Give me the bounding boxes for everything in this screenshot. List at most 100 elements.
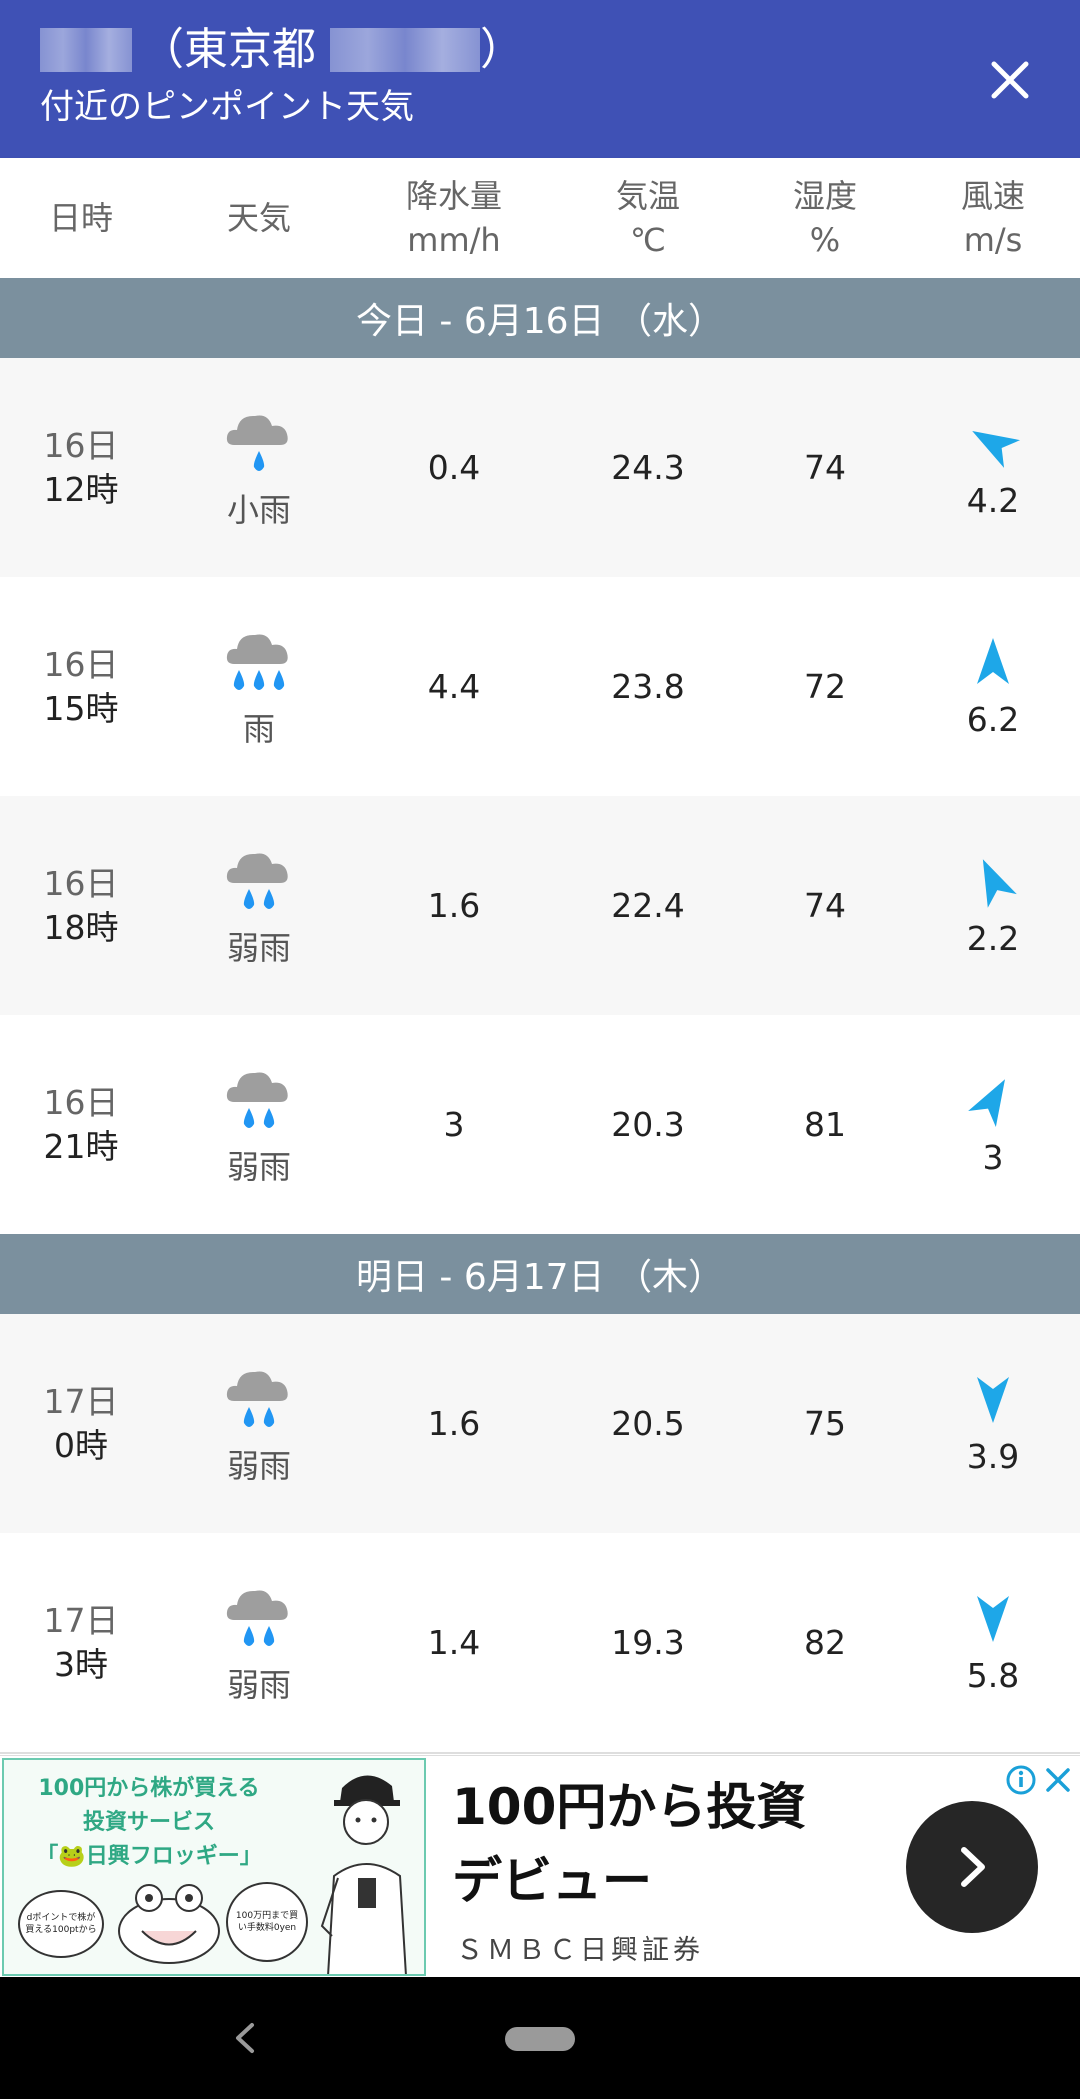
ad-banner[interactable]: 100円から株が買える 投資サービス 「🐸日興フロッギー」 dポイントで株が買え… bbox=[0, 1755, 1080, 1978]
precip-value: 1.4 bbox=[427, 1623, 481, 1662]
row-hour: 0時 bbox=[54, 1425, 108, 1465]
row-day: 16日 bbox=[43, 644, 119, 684]
humidity-value: 82 bbox=[804, 1623, 846, 1662]
weak-rain-icon bbox=[226, 852, 288, 909]
wind-cell: 5.8 bbox=[906, 1533, 1080, 1752]
chevron-right-icon bbox=[961, 1847, 985, 1887]
row-day: 17日 bbox=[43, 1600, 119, 1640]
forecast-row: 16日 12時 小雨 0.4 24.3 74 4.2 bbox=[0, 358, 1080, 579]
home-pill-button[interactable] bbox=[505, 2027, 575, 2051]
system-nav-bar bbox=[0, 1977, 1080, 2099]
column-unit: mm/h bbox=[407, 221, 501, 259]
ad-title[interactable]: 100円から投資 デビュー bbox=[452, 1770, 806, 1918]
column-name: 湿度 bbox=[792, 177, 857, 215]
row-hour: 15時 bbox=[43, 688, 119, 728]
humidity-value: 72 bbox=[804, 667, 846, 706]
forecast-row: 16日 15時雨 4.4 23.8 72 6.2 bbox=[0, 577, 1080, 798]
wind-speed-value: 6.2 bbox=[966, 700, 1020, 739]
temp-value: 19.3 bbox=[611, 1623, 685, 1662]
wind-speed-value: 4.2 bbox=[966, 481, 1020, 520]
row-hour: 18時 bbox=[43, 907, 119, 947]
wind-speed-value: 2.2 bbox=[966, 919, 1020, 958]
forecast-row: 16日 18時 弱雨 1.6 22.4 74 2.2 bbox=[0, 796, 1080, 1017]
wind-speed-value: 5.8 bbox=[966, 1656, 1020, 1695]
wind-direction-arrow-icon bbox=[968, 1079, 1005, 1128]
humidity-cell: 75 bbox=[744, 1314, 906, 1533]
header-subtitle: 付近のピンポイント天気 bbox=[40, 87, 414, 127]
ad-cta-button[interactable] bbox=[906, 1801, 1038, 1933]
wind-cell: 2.2 bbox=[906, 796, 1080, 1015]
rain-icon bbox=[226, 633, 288, 690]
close-icon bbox=[991, 61, 1029, 99]
column-name: 降水量 bbox=[405, 177, 502, 215]
ad-image[interactable]: 100円から株が買える 投資サービス 「🐸日興フロッギー」 dポイントで株が買え… bbox=[2, 1758, 426, 1976]
weather-cell: 弱雨 bbox=[162, 1533, 356, 1752]
light-rain-icon bbox=[226, 414, 288, 471]
humidity-value: 74 bbox=[804, 886, 846, 925]
temp-cell: 24.3 bbox=[552, 358, 744, 577]
temp-value: 24.3 bbox=[611, 448, 685, 487]
precip-cell: 1.6 bbox=[356, 1314, 552, 1533]
ad-info-icon[interactable] bbox=[1005, 1764, 1037, 1796]
column-header-datetime: 日時 bbox=[0, 158, 162, 278]
column-name: 日時 bbox=[48, 199, 113, 237]
row-day: 17日 bbox=[43, 1381, 119, 1421]
column-name: 気温 bbox=[615, 177, 680, 215]
column-header-precip: 降水量 mm/h bbox=[356, 158, 552, 278]
weak-rain-icon bbox=[226, 1071, 288, 1128]
weather-label: 弱雨 bbox=[226, 928, 291, 967]
column-header-row: 日時 天気 降水量 mm/h 気温 ℃ 湿度 % 風速 m/s bbox=[0, 158, 1080, 279]
wind-speed-value: 3.9 bbox=[966, 1437, 1020, 1476]
weather-cell: 弱雨 bbox=[162, 1015, 356, 1234]
ad-title-line2: デビュー bbox=[452, 1852, 652, 1910]
precip-value: 1.6 bbox=[427, 1404, 481, 1443]
ad-image-headline: 100円から株が買える 投資サービス 「🐸日興フロッギー」 bbox=[4, 1772, 294, 1874]
redacted-ward-name bbox=[330, 28, 480, 72]
datetime-cell: 17日 0時 bbox=[0, 1314, 162, 1533]
ad-close-icon[interactable] bbox=[1042, 1764, 1074, 1796]
weather-cell: 弱雨 bbox=[162, 796, 356, 1015]
datetime-cell: 16日 15時 bbox=[0, 577, 162, 796]
temp-cell: 20.3 bbox=[552, 1015, 744, 1234]
location-title: （東京都 ） bbox=[40, 22, 524, 78]
ad-bubble-left: dポイントで株が買える100ptから bbox=[18, 1890, 104, 1958]
app-header: （東京都 ） 付近のピンポイント天気 bbox=[0, 0, 1080, 158]
temp-value: 22.4 bbox=[611, 886, 685, 925]
column-unit: m/s bbox=[963, 221, 1023, 259]
ad-bubble-right-text: 100万円まで買い手数料0yen bbox=[235, 1911, 299, 1933]
temp-cell: 20.5 bbox=[552, 1314, 744, 1533]
location-suffix: ） bbox=[480, 24, 524, 75]
ad-title-line1: 100円から投資 bbox=[452, 1778, 807, 1836]
close-button[interactable] bbox=[970, 40, 1050, 120]
weather-label: 弱雨 bbox=[226, 1665, 291, 1704]
ad-image-line1: 100円から株が買える bbox=[38, 1776, 260, 1801]
temp-cell: 19.3 bbox=[552, 1533, 744, 1752]
column-unit: ℃ bbox=[630, 221, 666, 259]
ad-advertiser[interactable]: ＳＭＢＣ日興証券 bbox=[456, 1928, 704, 1967]
datetime-cell: 16日 21時 bbox=[0, 1015, 162, 1234]
ad-bubble-right: 100万円まで買い手数料0yen bbox=[226, 1882, 308, 1962]
column-header-weather: 天気 bbox=[162, 158, 356, 278]
forecast-row: 17日 3時弱雨 1.4 19.3 82 5.8 bbox=[0, 1533, 1080, 1754]
weather-label: 弱雨 bbox=[226, 1147, 291, 1186]
wind-speed-value: 3 bbox=[982, 1138, 1004, 1177]
back-nav-icon[interactable] bbox=[220, 2013, 270, 2063]
temp-cell: 22.4 bbox=[552, 796, 744, 1015]
humidity-cell: 74 bbox=[744, 796, 906, 1015]
datetime-cell: 16日 18時 bbox=[0, 796, 162, 1015]
wind-cell: 3.9 bbox=[906, 1314, 1080, 1533]
column-name: 風速 bbox=[960, 177, 1025, 215]
weak-rain-icon bbox=[226, 1370, 288, 1427]
location-prefix: （東京都 bbox=[140, 24, 316, 75]
wind-cell: 4.2 bbox=[906, 358, 1080, 577]
weak-rain-icon bbox=[226, 1589, 288, 1646]
person-illustration-icon bbox=[320, 1775, 407, 1974]
wind-direction-arrow-icon bbox=[977, 1377, 1009, 1423]
temp-value: 20.5 bbox=[611, 1404, 685, 1443]
datetime-cell: 17日 3時 bbox=[0, 1533, 162, 1752]
row-hour: 3時 bbox=[54, 1644, 108, 1684]
row-hour: 12時 bbox=[43, 469, 119, 509]
humidity-cell: 82 bbox=[744, 1533, 906, 1752]
temp-cell: 23.8 bbox=[552, 577, 744, 796]
precip-cell: 1.4 bbox=[356, 1533, 552, 1752]
